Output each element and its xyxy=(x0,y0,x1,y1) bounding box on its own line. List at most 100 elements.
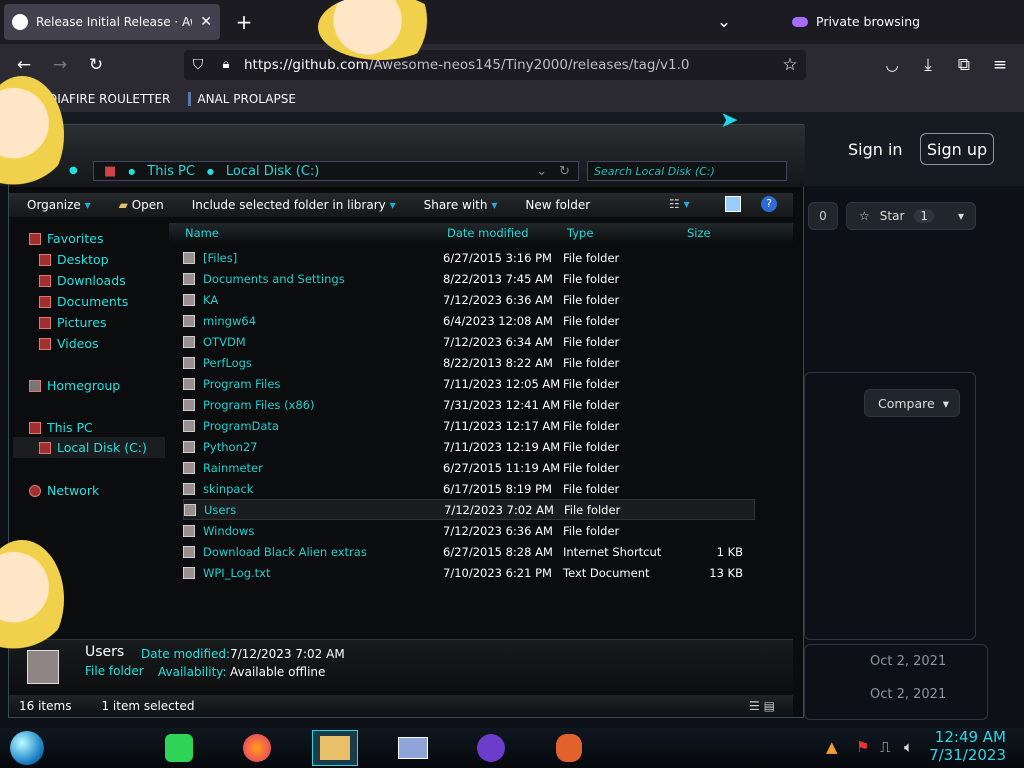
table-row[interactable]: PerfLogs 8/22/2013 8:22 AM File folder xyxy=(183,352,755,373)
chevron-down-icon: ▾ xyxy=(942,395,949,411)
reload-icon[interactable]: ↻ xyxy=(84,53,108,77)
compare-button[interactable]: Compare ▾ xyxy=(864,389,960,417)
watch-count[interactable]: 0 xyxy=(808,202,838,230)
file-type: File folder xyxy=(563,250,620,265)
folder-icon: ▰ xyxy=(118,198,128,212)
details-avail-label: Availability: xyxy=(158,665,227,679)
table-row[interactable]: Users 7/12/2023 7:02 AM File folder xyxy=(183,499,755,520)
table-row[interactable]: [Files] 6/27/2015 3:16 PM File folder xyxy=(183,247,755,268)
file-type: File folder xyxy=(563,376,620,391)
file-type: Text Document xyxy=(563,565,650,580)
pocket-icon[interactable]: ◡ xyxy=(880,53,904,77)
address-local-disk[interactable]: Local Disk (C:) xyxy=(226,164,319,179)
start-button[interactable] xyxy=(4,730,50,766)
forward-arrow-icon[interactable]: → xyxy=(48,53,72,77)
taskbar-notes-app[interactable] xyxy=(156,730,202,766)
nav-this-pc[interactable]: This PC xyxy=(29,420,93,435)
file-name: skinpack xyxy=(203,481,254,496)
tray-vlc-icon[interactable]: ▲ xyxy=(826,738,838,756)
column-type[interactable]: Type xyxy=(567,226,593,240)
file-date: 6/4/2023 12:08 AM xyxy=(443,313,553,328)
sign-up-button[interactable]: Sign up xyxy=(920,133,994,165)
nav-downloads[interactable]: Downloads xyxy=(39,273,126,288)
file-name: Documents and Settings xyxy=(203,271,345,286)
file-type: File folder xyxy=(563,292,620,307)
table-row[interactable]: Rainmeter 6/27/2015 11:19 AM File folder xyxy=(183,457,755,478)
help-icon[interactable]: ? xyxy=(761,196,777,212)
list-tabs-icon[interactable]: ⌄ xyxy=(712,10,736,34)
shield-icon[interactable]: ⛉ xyxy=(186,53,210,77)
column-header: Name Date modified Type Size xyxy=(169,223,793,243)
taskbar-control-panel[interactable] xyxy=(390,730,436,766)
taskbar-firefox[interactable] xyxy=(234,730,280,766)
table-row[interactable]: mingw64 6/4/2023 12:08 AM File folder xyxy=(183,310,755,331)
table-row[interactable]: Download Black Alien extras 6/27/2015 8:2… xyxy=(183,541,755,562)
new-folder-button[interactable]: New folder xyxy=(525,198,590,212)
organize-button[interactable]: Organize ▾ xyxy=(27,198,91,212)
file-explorer-window[interactable]: ● ■ ● This PC ● Local Disk (C:) ⌄ ↻ Sear… xyxy=(8,124,805,718)
address-dropdown-icon[interactable]: ⌄ xyxy=(536,164,547,179)
folder-icon xyxy=(183,251,195,264)
nav-network[interactable]: Network xyxy=(29,483,99,498)
table-row[interactable]: skinpack 6/17/2015 8:19 PM File folder xyxy=(183,478,755,499)
nav-favorites[interactable]: Favorites xyxy=(29,231,103,246)
view-options-icon[interactable]: ☷ ▾ xyxy=(669,197,690,211)
table-row[interactable]: Program Files (x86) 7/31/2023 12:41 AM Fil… xyxy=(183,394,755,415)
file-date: 7/10/2023 6:21 PM xyxy=(443,565,552,580)
tray-volume-icon[interactable]: 🔈︎ xyxy=(904,738,913,756)
column-date[interactable]: Date modified xyxy=(447,226,529,240)
preview-pane-icon[interactable] xyxy=(725,196,741,212)
table-row[interactable]: Program Files 7/11/2023 12:05 AM File fold… xyxy=(183,373,755,394)
table-row[interactable]: OTVDM 7/12/2023 6:34 AM File folder xyxy=(183,331,755,352)
address-this-pc[interactable]: This PC xyxy=(147,164,195,179)
file-date: 8/22/2013 8:22 AM xyxy=(443,355,553,370)
share-with-button[interactable]: Share with ▾ xyxy=(424,198,498,212)
nav-pictures[interactable]: Pictures xyxy=(39,315,107,330)
open-button[interactable]: ▰ Open xyxy=(119,198,164,212)
lock-icon[interactable]: 🔒︎ xyxy=(214,53,238,77)
details-view-icon[interactable]: ☰ ▤ xyxy=(749,699,775,713)
column-name[interactable]: Name xyxy=(185,226,219,240)
back-arrow-icon[interactable]: ← xyxy=(12,53,36,77)
refresh-icon[interactable]: ↻ xyxy=(559,164,570,179)
new-tab-button[interactable]: + xyxy=(232,10,256,34)
file-size: 13 KB xyxy=(709,565,743,580)
include-label: Include selected folder in library xyxy=(191,198,386,212)
address-bar[interactable]: ■ ● This PC ● Local Disk (C:) ⌄ ↻ xyxy=(93,161,579,181)
sign-in-link[interactable]: Sign in xyxy=(848,140,903,159)
nav-homegroup[interactable]: Homegroup xyxy=(29,378,120,393)
nav-desktop[interactable]: Desktop xyxy=(39,252,109,267)
nav-documents[interactable]: Documents xyxy=(39,294,128,309)
table-row[interactable]: ProgramData 7/11/2023 12:17 AM File folder xyxy=(183,415,755,436)
include-library-button[interactable]: Include selected folder in library ▾ xyxy=(192,198,396,212)
taskbar-explorer[interactable] xyxy=(312,730,358,766)
tray-flag-icon[interactable]: ⚑ xyxy=(856,738,869,756)
table-row[interactable]: Python27 7/11/2023 12:19 AM File folder xyxy=(183,436,755,457)
browser-tab[interactable]: Release Initial Release · Awesome ✕ xyxy=(4,4,220,40)
star-button[interactable]: ☆ Star 1 ▾ xyxy=(846,202,976,230)
bookmark-anal-prolapse[interactable]: ANAL PROLAPSE xyxy=(188,92,296,106)
menu-icon[interactable]: ≡ xyxy=(988,53,1012,77)
bookmark-diafire[interactable]: DIAFIRE ROULETTER xyxy=(48,92,170,106)
back-circle-icon[interactable]: ● xyxy=(69,165,78,176)
search-input[interactable]: Search Local Disk (C:) xyxy=(587,161,787,181)
bookmark-star-icon[interactable]: ☆ xyxy=(778,53,802,77)
close-tab-icon[interactable]: ✕ xyxy=(200,14,212,30)
table-row[interactable]: WPI_Log.txt 7/10/2023 6:21 PM Text Documen… xyxy=(183,562,755,583)
table-row[interactable]: Documents and Settings 8/22/2013 7:45 AM F… xyxy=(183,268,755,289)
column-size[interactable]: Size xyxy=(687,226,711,240)
chevron-down-icon: ▾ xyxy=(389,198,396,212)
tray-network-icon[interactable]: ⎍ xyxy=(880,738,891,756)
system-clock[interactable]: 12:49 AM 7/31/2023 xyxy=(929,728,1006,764)
download-icon[interactable]: ⤓ xyxy=(916,53,940,77)
table-row[interactable]: KA 7/12/2023 6:36 AM File folder xyxy=(183,289,755,310)
file-type: File folder xyxy=(563,460,620,475)
pictures-icon xyxy=(39,316,51,329)
nav-videos[interactable]: Videos xyxy=(39,336,99,351)
taskbar-private-window[interactable] xyxy=(468,730,514,766)
table-row[interactable]: Windows 7/12/2023 6:36 AM File folder xyxy=(183,520,755,541)
taskbar-app[interactable] xyxy=(546,730,592,766)
extensions-icon[interactable]: ⧉ xyxy=(952,53,976,77)
nav-local-disk[interactable]: Local Disk (C:) xyxy=(13,437,165,458)
url-bar[interactable]: https://github.com/Awesome-neos145/Tiny2… xyxy=(184,50,806,80)
